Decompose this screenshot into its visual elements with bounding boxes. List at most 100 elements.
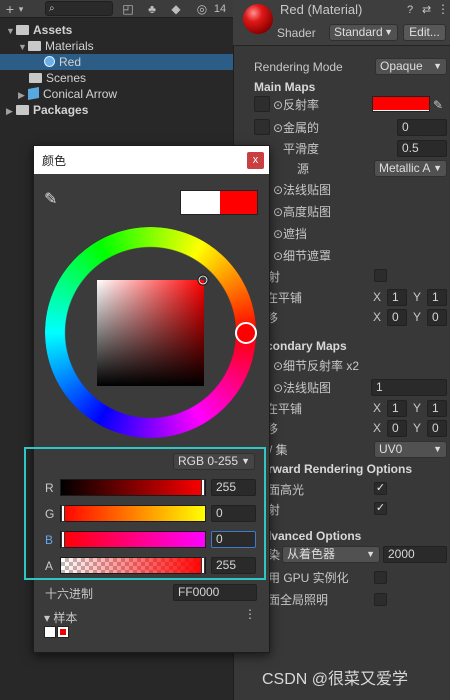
secondary-normal-value-field[interactable]: 1 xyxy=(371,379,447,396)
source-label: 源 xyxy=(297,162,310,176)
render-queue-mode-dropdown[interactable]: 从着色器 ▼ xyxy=(282,546,380,563)
search-input[interactable]: ⌕ xyxy=(45,1,113,16)
advanced-options-heading: lvanced Options xyxy=(268,529,362,543)
specular-highlights-checkbox[interactable]: ✓ xyxy=(374,482,387,495)
hex-value-field[interactable]: FF0000 xyxy=(173,584,257,601)
detail-albedo-label: ⊙细节反射率 x2 xyxy=(273,359,360,373)
eyedropper-icon[interactable]: ✎ xyxy=(433,97,443,113)
uv-set-label: / 集 xyxy=(269,443,288,457)
color-picker-title: 颜色 xyxy=(42,154,67,168)
edit-shader-button[interactable]: Edit... xyxy=(403,24,446,41)
current-color-swatch xyxy=(220,191,257,214)
folder-icon xyxy=(28,41,41,51)
emission-checkbox[interactable] xyxy=(374,269,387,282)
secondary-offset-y-label: Y xyxy=(413,421,422,435)
chevron-down-icon: ▼ xyxy=(433,61,442,71)
eyedropper-icon[interactable]: ✎ xyxy=(44,192,57,208)
albedo-label: ⊙反射率 xyxy=(273,98,320,112)
smoothness-value-field[interactable]: 0.5 xyxy=(397,140,447,157)
reflections-checkbox[interactable]: ✓ xyxy=(374,502,387,515)
tree-item-packages[interactable]: ▶ Packages xyxy=(0,102,88,118)
help-icon[interactable]: ? xyxy=(407,2,413,18)
double-sided-gi-checkbox[interactable] xyxy=(374,593,387,606)
secondary-normal-label: ⊙法线贴图 xyxy=(273,381,332,395)
folder-icon xyxy=(16,105,29,115)
metallic-value-field[interactable]: 0 xyxy=(397,119,447,136)
close-button[interactable]: x xyxy=(247,152,264,169)
secondary-tiling-x-label: X xyxy=(373,401,382,415)
previous-color-swatch[interactable] xyxy=(181,191,220,214)
secondary-tiling-x-field[interactable]: 1 xyxy=(387,400,407,417)
folder-icon xyxy=(16,25,29,35)
hex-label: 十六进制 xyxy=(45,587,94,601)
watermark: CSDN @很菜又爱学 xyxy=(262,671,409,688)
tiling-x-field[interactable]: 1 xyxy=(387,289,407,306)
swatch-red[interactable] xyxy=(57,626,69,638)
tiling-x-label: X xyxy=(373,290,382,304)
albedo-color-field[interactable] xyxy=(372,96,430,112)
expand-arrow-icon[interactable]: ▶ xyxy=(18,87,28,103)
color-preview xyxy=(180,190,258,215)
color-picker-titlebar[interactable]: 颜色 xyxy=(34,146,269,174)
albedo-texture-slot[interactable] xyxy=(254,96,270,112)
uv-set-dropdown[interactable]: UV0 ▼ xyxy=(374,441,447,458)
tag-icon[interactable]: ◆ xyxy=(168,1,184,17)
secondary-offset-y-field[interactable]: 0 xyxy=(427,420,447,437)
height-map-label: ⊙高度贴图 xyxy=(273,205,332,219)
expand-arrow-icon[interactable]: ▶ xyxy=(6,103,16,119)
smoothness-label: 平滑度 xyxy=(283,142,320,156)
folder-icon xyxy=(29,73,42,83)
chevron-down-icon: ▼ xyxy=(433,163,442,173)
swatches-label[interactable]: ▾ 样本 xyxy=(44,609,77,626)
tiling-y-field[interactable]: 1 xyxy=(427,289,447,306)
hue-handle[interactable] xyxy=(235,322,257,344)
metallic-texture-slot[interactable] xyxy=(254,119,270,135)
forward-rendering-heading: rward Rendering Options xyxy=(268,462,413,476)
shader-dropdown[interactable]: Standard ▼ xyxy=(329,24,398,41)
hue-wheel[interactable] xyxy=(42,227,260,438)
swatch-white[interactable] xyxy=(44,626,56,638)
tree-item-red[interactable]: Red xyxy=(0,54,233,70)
secondary-tiling-label: 在平铺 xyxy=(266,402,303,416)
source-dropdown[interactable]: Metallic A ▼ xyxy=(374,160,447,177)
offset-y-label: Y xyxy=(413,310,422,324)
more-menu-icon[interactable]: ⋮ xyxy=(437,1,449,17)
gpu-instancing-checkbox[interactable] xyxy=(374,571,387,584)
hidden-packages-eye-icon[interactable]: ◎ xyxy=(195,1,209,17)
offset-x-field[interactable]: 0 xyxy=(387,309,407,326)
search-by-label-icon[interactable]: ♣ xyxy=(144,1,160,17)
tree-item-materials[interactable]: ▼ Materials xyxy=(0,38,94,54)
secondary-tiling-y-field[interactable]: 1 xyxy=(427,400,447,417)
add-dropdown-caret-icon[interactable]: ▾ xyxy=(16,1,26,17)
expand-arrow-icon[interactable]: ▼ xyxy=(6,23,16,39)
highlight-box xyxy=(24,447,266,580)
swatches-menu-icon[interactable]: ⋮ xyxy=(244,607,256,621)
secondary-offset-x-field[interactable]: 0 xyxy=(387,420,407,437)
shader-label: Shader xyxy=(277,26,316,40)
chevron-down-icon: ▼ xyxy=(366,549,375,559)
material-title: Red (Material) xyxy=(280,2,363,17)
preset-icon[interactable]: ⇄ xyxy=(422,2,431,18)
rendering-mode-dropdown[interactable]: Opaque ▼ xyxy=(375,58,447,75)
material-preview-icon xyxy=(243,4,273,34)
gpu-instancing-label: 用 GPU 实例化 xyxy=(268,571,349,585)
tree-item-assets[interactable]: ▼ Assets xyxy=(0,22,72,38)
secondary-tiling-y-label: Y xyxy=(413,401,422,415)
specular-highlights-label: 面高光 xyxy=(268,483,305,497)
expand-arrow-icon[interactable]: ▼ xyxy=(18,39,28,55)
normal-map-label: ⊙法线贴图 xyxy=(273,183,332,197)
tiling-label: 在平铺 xyxy=(266,291,303,305)
chevron-down-icon: ▾ xyxy=(44,611,51,625)
albedo-alpha-bar xyxy=(373,110,429,111)
search-by-type-icon[interactable]: ◰ xyxy=(120,1,136,17)
hidden-packages-count: 14 xyxy=(213,3,227,15)
tree-item-scenes[interactable]: Scenes xyxy=(0,70,86,86)
double-sided-gi-label: 面全局照明 xyxy=(268,593,329,607)
add-button[interactable]: + xyxy=(4,1,16,17)
main-maps-heading: Main Maps xyxy=(254,80,316,94)
render-queue-value-field[interactable]: 2000 xyxy=(383,546,447,563)
offset-y-field[interactable]: 0 xyxy=(427,309,447,326)
secondary-maps-heading: condary Maps xyxy=(266,339,347,353)
prefab-icon xyxy=(28,87,39,100)
tree-item-conical-arrow[interactable]: ▶ Conical Arrow xyxy=(0,86,117,102)
